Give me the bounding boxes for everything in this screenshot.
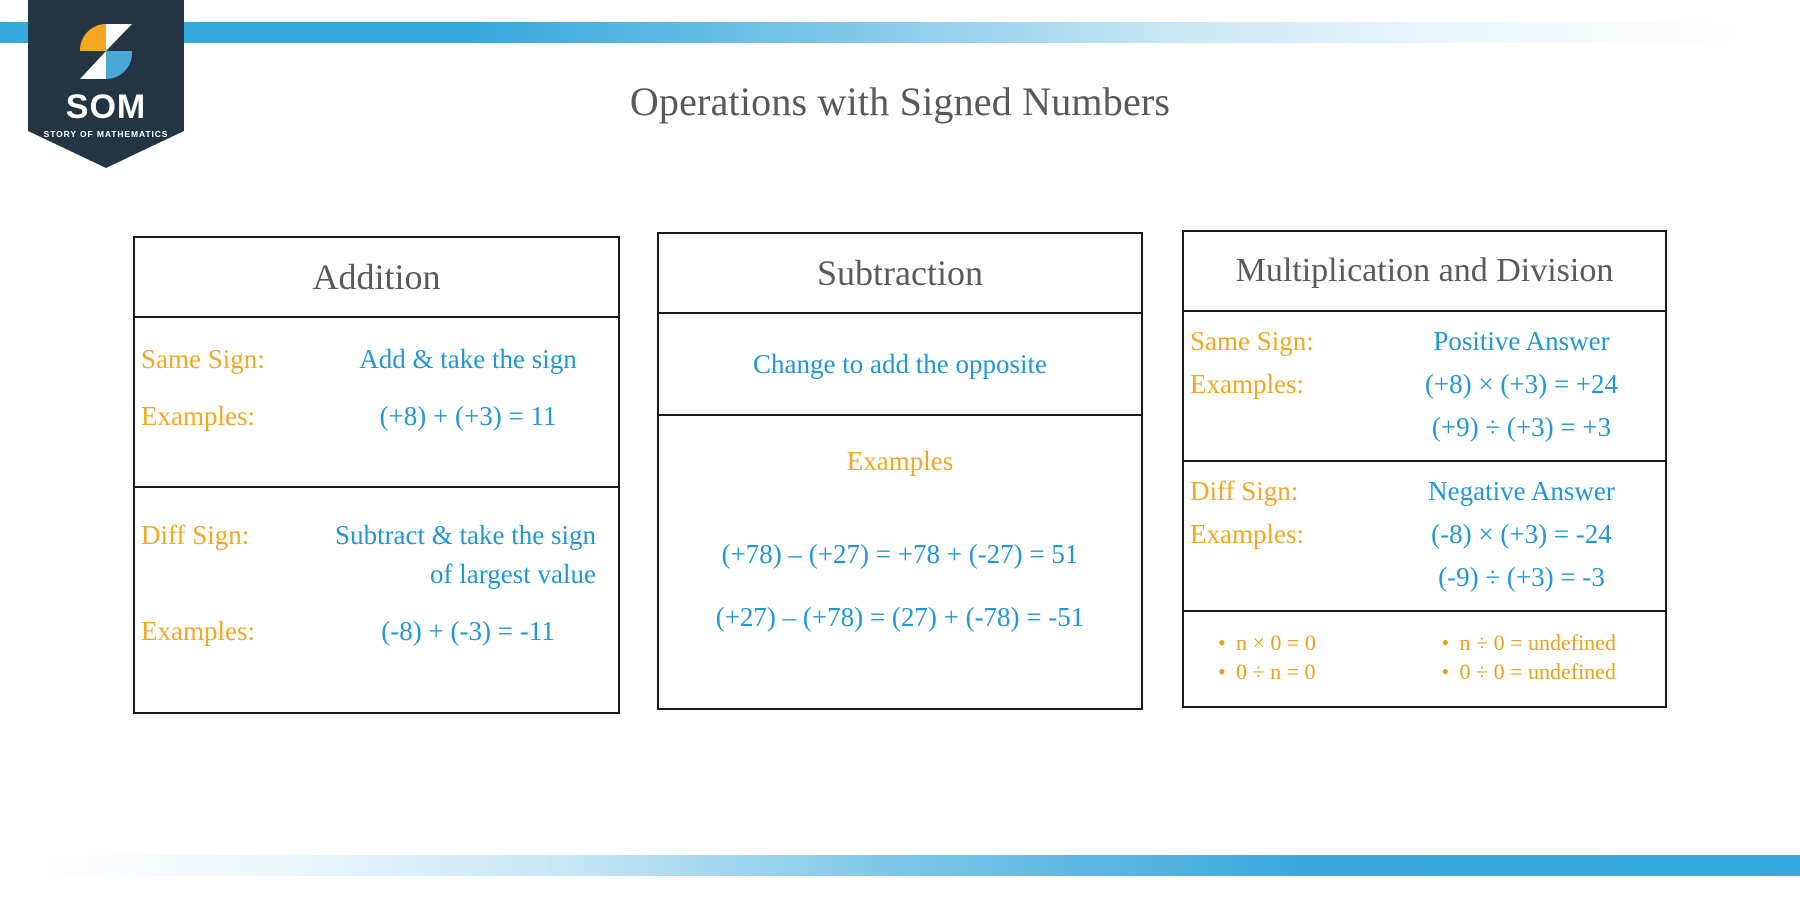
muldiv-diff-sign-value: Negative Answer	[1428, 476, 1615, 506]
muldiv-same-sign-value: Positive Answer	[1433, 326, 1610, 356]
multiplication-division-table: Multiplication and Division Same Sign: P…	[1182, 230, 1667, 708]
page-title: Operations with Signed Numbers	[629, 79, 1171, 124]
subtraction-example-1: (+78) – (+27) = +78 + (-27) = 51	[721, 539, 1079, 569]
addition-header: Addition	[135, 238, 618, 318]
subtraction-examples-label: Examples	[846, 446, 954, 476]
som-tagline: STORY OF MATHEMATICS	[43, 129, 169, 139]
muldiv-zero-rules-row: • n × 0 = 0 • n ÷ 0 = undefined • 0 ÷ n = 0…	[1184, 612, 1665, 704]
muldiv-same-sign-example-1: (+8) × (+3) = +24	[1424, 369, 1619, 399]
addition-diff-sign-value-line1: Subtract & take the sign	[335, 520, 596, 550]
tables-container: Addition Same Sign: Add & take the sign …	[0, 230, 1800, 716]
subtraction-rule-row: Change to add the opposite	[659, 314, 1141, 416]
bottom-accent-bar	[0, 855, 1800, 876]
addition-same-sign-examples-label: Examples:	[141, 401, 255, 431]
muldiv-same-sign-label: Same Sign:	[1190, 326, 1314, 356]
addition-table: Addition Same Sign: Add & take the sign …	[133, 236, 620, 714]
muldiv-diff-sign-example-2: (-9) ÷ (+3) = -3	[1438, 562, 1605, 592]
addition-same-sign-section: Same Sign: Add & take the sign Examples:…	[135, 318, 618, 488]
subtraction-example-2: (+27) – (+78) = (27) + (-78) = -51	[715, 602, 1085, 632]
zero-rule-left-2: • 0 ÷ n = 0	[1218, 658, 1442, 687]
addition-diff-sign-examples-label: Examples:	[141, 616, 255, 646]
addition-same-sign-value: Add & take the sign	[359, 344, 577, 374]
bullet-dot-icon: •	[1218, 659, 1226, 684]
muldiv-diff-sign-label: Diff Sign:	[1190, 476, 1299, 506]
muldiv-same-sign-section: Same Sign: Positive Answer Examples: (+8…	[1184, 312, 1665, 462]
zero-rule-left-1: • n × 0 = 0	[1218, 629, 1442, 658]
muldiv-diff-sign-example-1: (-8) × (+3) = -24	[1431, 519, 1612, 549]
subtraction-table: Subtraction Change to add the opposite E…	[657, 232, 1143, 710]
subtraction-header: Subtraction	[659, 234, 1141, 314]
addition-same-sign-example-1: (+8) + (+3) = 11	[379, 401, 557, 431]
zero-rule-right-2: • 0 ÷ 0 = undefined	[1442, 658, 1666, 687]
subtraction-examples-section: Examples (+78) – (+27) = +78 + (-27) = 5…	[659, 416, 1141, 706]
multiplication-division-header: Multiplication and Division	[1184, 232, 1665, 312]
addition-same-sign-label: Same Sign:	[141, 344, 265, 374]
zero-rule-right-1: • n ÷ 0 = undefined	[1442, 629, 1666, 658]
muldiv-diff-sign-section: Diff Sign: Negative Answer Examples: (-8…	[1184, 462, 1665, 612]
muldiv-diff-sign-examples-label: Examples:	[1190, 519, 1304, 549]
addition-diff-sign-label: Diff Sign:	[141, 520, 250, 550]
som-logo-mark-icon	[78, 22, 134, 82]
bullet-dot-icon: •	[1441, 659, 1450, 684]
top-accent-bar	[0, 22, 1800, 43]
addition-diff-sign-section: Diff Sign: Subtract & take the sign of l…	[135, 488, 618, 708]
bullet-dot-icon: •	[1218, 630, 1226, 656]
muldiv-same-sign-example-2: (+9) ÷ (+3) = +3	[1431, 412, 1612, 442]
muldiv-same-sign-examples-label: Examples:	[1190, 369, 1304, 399]
bullet-dot-icon: •	[1441, 630, 1450, 656]
addition-diff-sign-value-line2: of largest value	[430, 559, 596, 589]
addition-diff-sign-example-1: (-8) + (-3) = -11	[381, 616, 555, 646]
subtraction-rule-text: Change to add the opposite	[753, 348, 1047, 379]
